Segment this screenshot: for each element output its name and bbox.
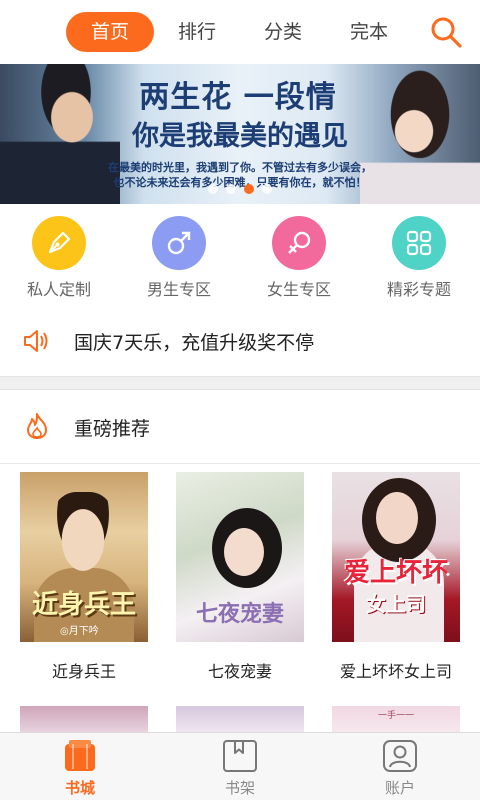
search-icon[interactable] bbox=[428, 14, 464, 50]
bookshelf-icon bbox=[223, 740, 257, 772]
speaker-icon bbox=[24, 330, 48, 352]
announcement-text[interactable]: 国庆7天乐，充值升级奖不停 bbox=[74, 328, 314, 355]
promo-banner[interactable]: 两生花 一段情 你是我最美的遇见 在最美的时光里，我遇到了你。不管过去有多少误会… bbox=[0, 64, 480, 204]
cover-portrait bbox=[376, 492, 418, 544]
fire-icon bbox=[27, 413, 47, 439]
tab-account[interactable]: 账户 bbox=[320, 733, 480, 800]
tab-category[interactable]: 分类 bbox=[250, 12, 316, 52]
account-icon bbox=[383, 740, 417, 772]
category-label: 精彩专题 bbox=[386, 280, 451, 299]
category-label: 女生专区 bbox=[266, 280, 331, 299]
banner-subtitle-line1: 在最美的时光里，我遇到了你。不管过去有多少误会， bbox=[108, 161, 372, 174]
cover-portrait bbox=[50, 492, 116, 572]
book-cover[interactable]: 爱上坏坏 女上司 bbox=[332, 472, 460, 642]
grid-icon bbox=[392, 216, 446, 270]
category-label: 私人定制 bbox=[26, 280, 91, 299]
banner-dot[interactable] bbox=[226, 184, 236, 194]
banner-dot-active[interactable] bbox=[244, 184, 254, 194]
banner-title-line1: 两生花 一段情 bbox=[139, 80, 337, 115]
section-divider bbox=[0, 376, 480, 390]
cover-portrait bbox=[224, 528, 264, 576]
book-cover[interactable]: 七夜宠妻 bbox=[176, 472, 304, 642]
banner-dot[interactable] bbox=[262, 184, 272, 194]
section-header: 重磅推荐 bbox=[0, 390, 480, 464]
tab-label: 书城 bbox=[64, 779, 95, 797]
book-cover-partial[interactable] bbox=[176, 706, 304, 732]
tab-home[interactable]: 首页 bbox=[66, 12, 154, 52]
book-title[interactable]: 七夜宠妻 bbox=[166, 658, 314, 682]
book-cover[interactable]: 近身兵王 ◎月下吟 bbox=[20, 472, 148, 642]
category-private-custom[interactable]: 私人定制 bbox=[4, 214, 114, 300]
tab-label: 账户 bbox=[384, 779, 415, 797]
tab-bookshelf[interactable]: 书架 bbox=[160, 733, 320, 800]
banner-pagination bbox=[208, 184, 272, 196]
category-label: 男生专区 bbox=[146, 280, 211, 299]
tab-ranking[interactable]: 排行 bbox=[164, 12, 230, 52]
book-title[interactable]: 近身兵王 bbox=[10, 658, 158, 682]
bookstore-icon bbox=[65, 740, 95, 771]
female-symbol-icon bbox=[272, 216, 326, 270]
book-cover-partial[interactable]: 一手一一 bbox=[332, 706, 460, 732]
book-title[interactable]: 爱上坏坏女上司 bbox=[322, 658, 470, 682]
banner-dot[interactable] bbox=[208, 184, 218, 194]
tab-bookstore[interactable]: 书城 bbox=[0, 733, 160, 800]
category-female[interactable]: 女生专区 bbox=[244, 214, 354, 300]
banner-title-line2: 你是我最美的遇见 bbox=[132, 121, 348, 152]
cover-title: 爱上坏坏 bbox=[343, 558, 448, 588]
cover-author: ◎月下吟 bbox=[60, 626, 99, 637]
category-featured-topics[interactable]: 精彩专题 bbox=[364, 214, 474, 300]
tab-label: 书架 bbox=[224, 779, 255, 797]
bottom-tab-bar: 书城 书架 账户 bbox=[0, 732, 480, 800]
pen-nib-icon bbox=[32, 216, 86, 270]
category-male[interactable]: 男生专区 bbox=[124, 214, 234, 300]
cover-title: 近身兵王 bbox=[31, 590, 136, 620]
tab-completed[interactable]: 完本 bbox=[336, 12, 402, 52]
cover-title-line2: 女上司 bbox=[366, 592, 426, 616]
section-title: 重磅推荐 bbox=[74, 418, 151, 440]
book-cover-partial[interactable] bbox=[20, 706, 148, 732]
cover-title: 七夜宠妻 bbox=[195, 601, 284, 627]
cover-text-partial: 一手一一 bbox=[377, 711, 414, 721]
male-symbol-icon bbox=[152, 216, 206, 270]
top-nav: 首页 排行 分类 完本 bbox=[0, 0, 480, 64]
announcement-bar[interactable]: 国庆7天乐，充值升级奖不停 bbox=[0, 312, 480, 370]
